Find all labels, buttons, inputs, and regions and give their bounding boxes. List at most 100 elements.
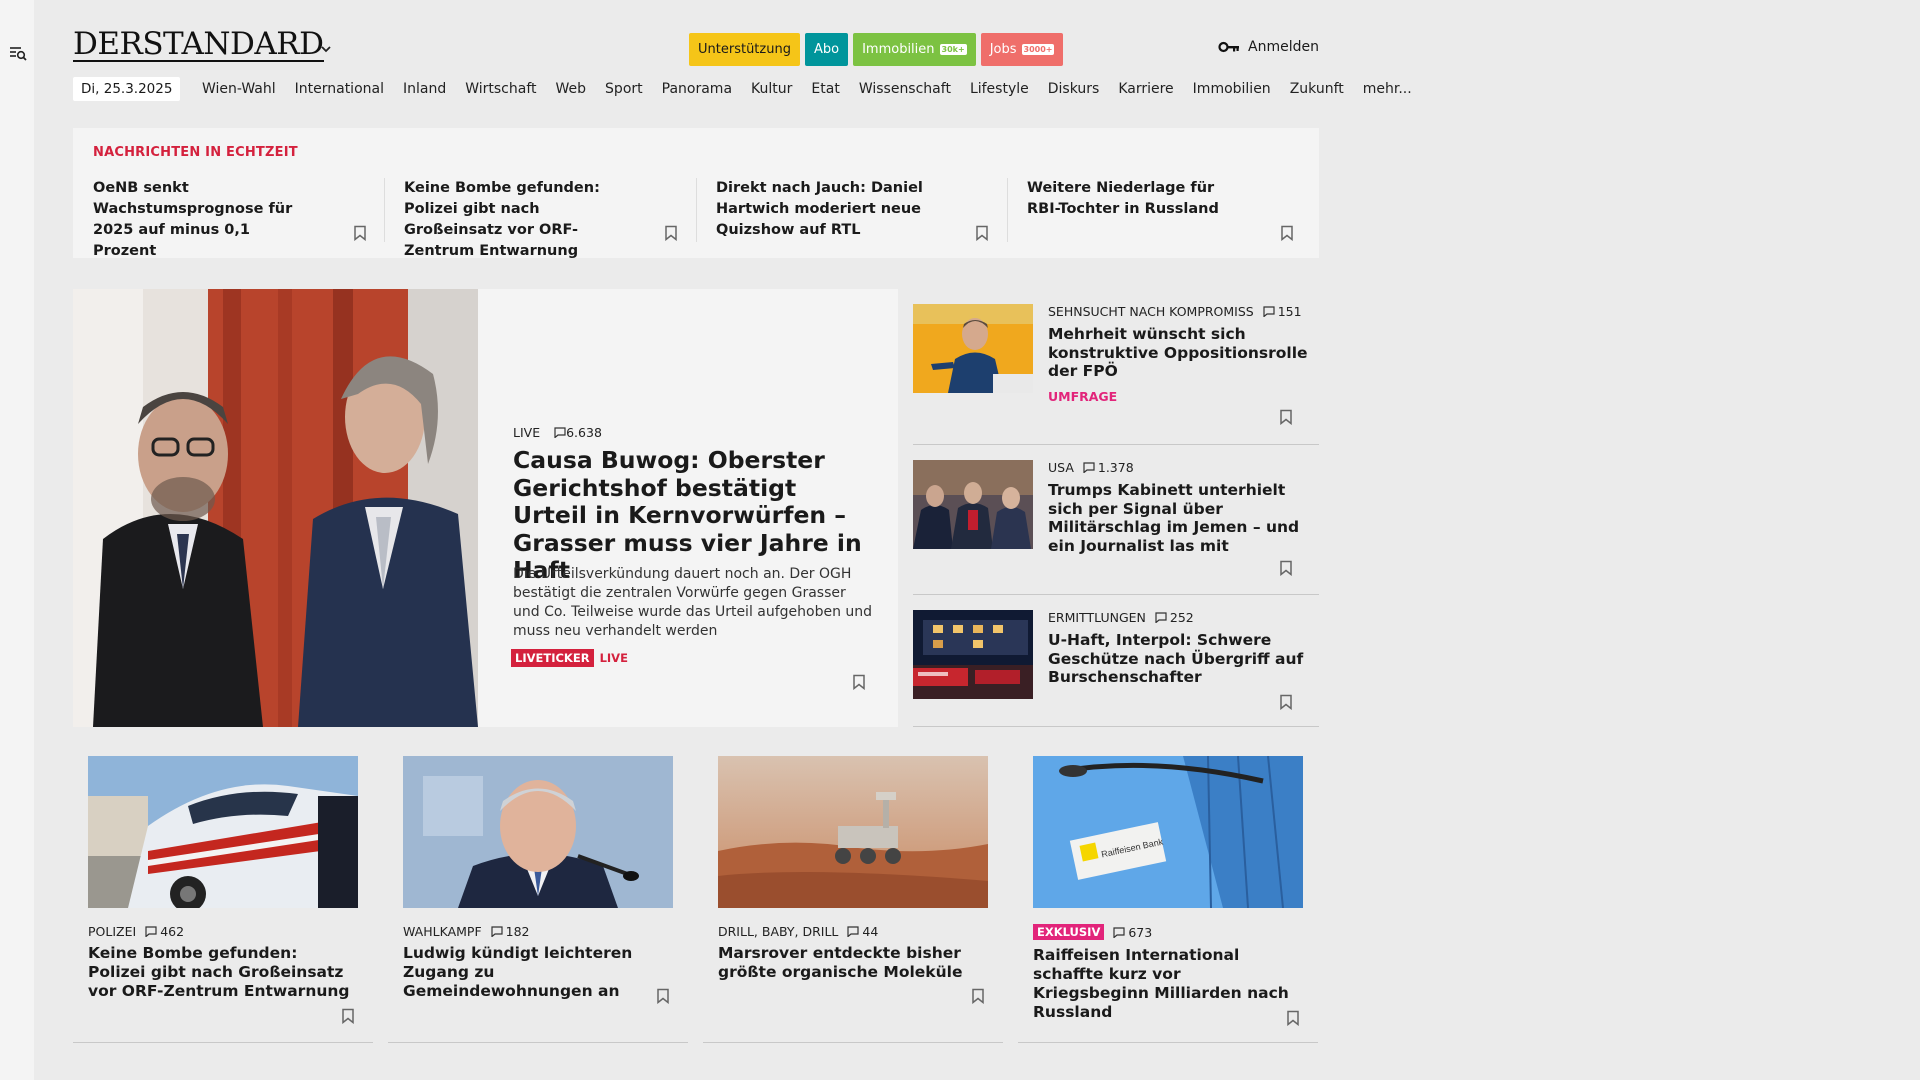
nav-item-wirtschaft[interactable]: Wirtschaft — [456, 81, 546, 97]
ticker-item[interactable]: Direkt nach Jauch: Daniel Hartwich moder… — [696, 178, 951, 248]
bookmark-icon[interactable] — [1279, 694, 1293, 710]
bookmark-icon[interactable] — [656, 988, 670, 1004]
ticker-item-title: Weitere Niederlage für RBI-Tochter in Ru… — [1027, 180, 1219, 217]
nav-item-karriere[interactable]: Karriere — [1109, 81, 1183, 97]
nav-item-zukunft[interactable]: Zukunft — [1280, 81, 1353, 97]
comment-count: 1.378 — [1097, 460, 1134, 475]
side-section: ERMITTLUNGEN — [1048, 610, 1146, 625]
comment-icon — [491, 926, 503, 937]
lead-story[interactable]: LIVE 6.638 Causa Buwog: Oberster Gericht… — [73, 289, 898, 727]
card-kicker: DRILL, BABY, DRILL 44 — [718, 924, 878, 939]
side-story[interactable]: USA 1.378 Trumps Kabinett unterhielt sic… — [913, 460, 1319, 595]
card-comments: 462 — [145, 924, 184, 939]
support-button[interactable]: Unterstützung — [689, 33, 800, 66]
card-image — [88, 756, 358, 908]
article-card[interactable]: WAHLKAMPF 182 Ludwig kündigt leichteren … — [388, 756, 688, 1046]
divider — [913, 444, 1319, 445]
lead-section: LIVE — [513, 425, 541, 440]
nav-item-wien-wahl[interactable]: Wien-Wahl — [192, 81, 285, 97]
card-section: WAHLKAMPF — [403, 924, 482, 939]
bookmark-icon[interactable] — [664, 225, 678, 241]
side-image — [913, 304, 1033, 393]
bookmark-icon[interactable] — [353, 225, 367, 241]
menu-search-icon[interactable] — [8, 43, 28, 63]
nav-item-immobilien[interactable]: Immobilien — [1183, 81, 1280, 97]
ticker-item[interactable]: Weitere Niederlage für RBI-Tochter in Ru… — [1007, 178, 1262, 248]
card-title: Raiffeisen International schaffte kurz v… — [1033, 946, 1289, 1021]
nav-item-international[interactable]: International — [285, 81, 393, 97]
comment-icon — [1263, 306, 1275, 317]
ticker-title: NACHRICHTEN IN ECHTZEIT — [93, 145, 298, 160]
immobilien-button[interactable]: Immobilien 30k+ — [853, 33, 976, 66]
card-image — [718, 756, 988, 908]
article-card[interactable]: DRILL, BABY, DRILL 44 Marsrover entdeckt… — [703, 756, 1003, 1046]
card-section: POLIZEI — [88, 924, 137, 939]
lead-image — [73, 289, 478, 727]
site-logo[interactable]: DERSTANDARD — [73, 28, 324, 62]
bookmark-icon[interactable] — [341, 1008, 355, 1024]
article-card[interactable]: Raiffeisen Bank EXKLUSIV 673 Raiffeisen … — [1018, 756, 1318, 1046]
comment-count: 6.638 — [566, 425, 602, 440]
divider — [1018, 1042, 1318, 1043]
umfrage-tag: UMFRAGE — [1048, 388, 1118, 404]
lead-comments: 6.638 — [554, 425, 602, 440]
nav-item-inland[interactable]: Inland — [393, 81, 455, 97]
ticker-item[interactable]: Keine Bombe gefunden: Polizei gibt nach … — [384, 178, 639, 259]
divider — [703, 1042, 1003, 1043]
bookmark-icon[interactable] — [971, 988, 985, 1004]
bookmark-icon[interactable] — [1279, 560, 1293, 576]
divider — [388, 1042, 688, 1043]
bookmark-icon[interactable] — [975, 225, 989, 241]
jobs-badge: 3000+ — [1021, 44, 1055, 55]
nav-item-web[interactable]: Web — [546, 81, 596, 97]
nav-item-mehr[interactable]: mehr... — [1353, 81, 1421, 97]
nav-item-etat[interactable]: Etat — [802, 81, 849, 97]
side-story[interactable]: ERMITTLUNGEN 252 U-Haft, Interpol: Schwe… — [913, 610, 1319, 730]
article-card[interactable]: POLIZEI 462 Keine Bombe gefunden: Polize… — [73, 756, 373, 1046]
side-title: Trumps Kabinett unterhielt sich per Sign… — [1048, 481, 1300, 555]
side-story[interactable]: SEHNSUCHT NACH KOMPROMISS 151 Mehrheit w… — [913, 304, 1319, 444]
side-kicker: SEHNSUCHT NACH KOMPROMISS 151 — [1048, 304, 1313, 319]
comment-count: 151 — [1277, 304, 1302, 319]
comment-count: 182 — [505, 924, 530, 939]
news-ticker: NACHRICHTEN IN ECHTZEIT OeNB senkt Wachs… — [73, 128, 1319, 259]
jobs-button[interactable]: Jobs 3000+ — [980, 33, 1064, 66]
lead-teaser: Die Urteilsverkündung dauert noch an. De… — [513, 566, 873, 639]
bookmark-icon[interactable] — [852, 674, 866, 690]
divider — [73, 1042, 373, 1043]
side-comments: 1.378 — [1083, 460, 1134, 475]
nav-item-panorama[interactable]: Panorama — [652, 81, 741, 97]
ticker-item[interactable]: OeNB senkt Wachstumsprognose für 2025 au… — [73, 178, 328, 259]
nav-item-wissenschaft[interactable]: Wissenschaft — [849, 81, 960, 97]
bookmark-icon[interactable] — [1280, 225, 1294, 241]
abo-label: Abo — [813, 42, 840, 57]
comment-count: 673 — [1128, 924, 1153, 940]
comment-icon — [1083, 462, 1095, 473]
side-text: ERMITTLUNGEN 252 U-Haft, Interpol: Schwe… — [1048, 610, 1313, 687]
card-kicker: POLIZEI 462 — [88, 924, 184, 939]
ticker-item-title: Keine Bombe gefunden: Polizei gibt nach … — [404, 180, 600, 259]
bookmark-icon[interactable] — [1279, 409, 1293, 425]
card-comments: 182 — [491, 924, 530, 939]
divider — [913, 594, 1319, 595]
side-title: U-Haft, Interpol: Schwere Geschütze nach… — [1048, 631, 1304, 686]
left-rail — [0, 0, 34, 1080]
login-button[interactable]: Anmelden — [1218, 39, 1319, 55]
nav-item-lifestyle[interactable]: Lifestyle — [960, 81, 1038, 97]
bookmark-icon[interactable] — [1286, 1010, 1300, 1026]
current-date: Di, 25.3.2025 — [73, 77, 181, 101]
side-image — [913, 610, 1033, 699]
jobs-label: Jobs — [989, 42, 1017, 57]
ticker-item-title: Direkt nach Jauch: Daniel Hartwich moder… — [716, 180, 923, 238]
nav-item-diskurs[interactable]: Diskurs — [1038, 81, 1109, 97]
nav-item-sport[interactable]: Sport — [596, 81, 653, 97]
key-icon — [1218, 41, 1239, 53]
comment-count: 252 — [1169, 610, 1194, 625]
abo-button[interactable]: Abo — [804, 33, 849, 66]
nav-item-kultur[interactable]: Kultur — [742, 81, 802, 97]
side-title: Mehrheit wünscht sich konstruktive Oppos… — [1048, 325, 1308, 380]
lead-kicker: LIVE 6.638 — [513, 425, 602, 440]
exklusiv-badge: EXKLUSIV — [1033, 924, 1105, 940]
chevron-down-icon[interactable] — [319, 42, 333, 56]
side-section: SEHNSUCHT NACH KOMPROMISS — [1048, 304, 1254, 319]
